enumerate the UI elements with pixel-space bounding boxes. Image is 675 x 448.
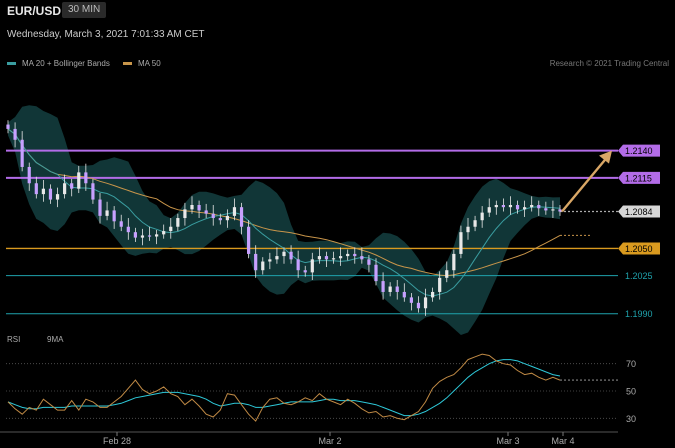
level-label-4: 1.2025: [625, 271, 653, 281]
candle: [70, 183, 74, 189]
candle: [551, 209, 555, 211]
candle: [416, 302, 421, 309]
rsi-tick-label-0: 30: [626, 414, 636, 424]
candle: [41, 188, 45, 195]
candle: [558, 209, 562, 212]
candle: [374, 264, 378, 282]
rsi-tick-label-2: 70: [626, 359, 636, 369]
rsi-ma-line: [7, 359, 561, 417]
candle: [84, 172, 88, 184]
candle: [459, 232, 463, 254]
candle: [466, 226, 470, 233]
candle: [55, 194, 60, 200]
candle: [34, 183, 38, 195]
candle: [183, 209, 187, 219]
candle: [27, 166, 31, 184]
x-tick-label-1: Mar 2: [318, 436, 341, 446]
candle: [480, 212, 484, 221]
price-chart[interactable]: 1.2140 1.2115 1.2084 1.2050 1.2025 1.1990 Feb …: [0, 0, 675, 448]
candle: [431, 291, 435, 298]
level-label-1: 1.2115: [625, 173, 652, 183]
candle: [423, 297, 428, 309]
candle: [381, 281, 385, 292]
candle: [353, 253, 357, 257]
candle: [282, 251, 286, 257]
candle: [218, 218, 222, 221]
candle: [530, 205, 534, 208]
level-label-0: 1.2140: [625, 146, 653, 156]
candle: [388, 286, 392, 292]
candle: [126, 226, 130, 233]
candle: [190, 205, 194, 210]
candle: [537, 205, 541, 209]
rsi-line: [7, 353, 561, 422]
candle: [544, 208, 548, 211]
candle: [296, 259, 300, 271]
candle: [317, 256, 321, 260]
level-label-5: 1.1990: [625, 309, 653, 319]
candle: [98, 199, 102, 216]
level-label-2: 1.2084: [625, 207, 653, 217]
candle: [211, 213, 215, 219]
candle: [162, 231, 166, 235]
candle: [119, 221, 123, 227]
x-tick-label-3: Mar 4: [551, 436, 574, 446]
candle: [225, 215, 229, 221]
candle: [91, 183, 95, 200]
candle: [147, 235, 152, 237]
projection-arrow-shaft: [561, 157, 607, 213]
candle: [6, 124, 10, 129]
candle: [77, 172, 81, 189]
candle: [13, 128, 17, 140]
candle: [133, 232, 137, 238]
candle: [523, 207, 527, 210]
candle: [20, 139, 24, 167]
candle: [339, 256, 343, 259]
candle: [452, 253, 456, 271]
candle: [438, 277, 442, 292]
candle: [239, 207, 244, 227]
candle: [197, 205, 201, 211]
candle: [105, 210, 109, 216]
candle: [261, 261, 265, 271]
candle: [508, 205, 513, 208]
candle: [367, 259, 371, 265]
candle: [303, 270, 307, 273]
candle: [169, 226, 173, 232]
candle: [501, 205, 505, 208]
candle: [254, 253, 258, 271]
projection-arrow-head: [599, 150, 612, 164]
candle: [204, 210, 208, 214]
candle: [445, 270, 449, 278]
candle: [473, 220, 477, 227]
candle: [48, 188, 53, 200]
candle: [487, 207, 491, 213]
candle: [140, 235, 145, 238]
candle: [331, 258, 336, 260]
candle: [310, 259, 314, 273]
candle: [63, 183, 67, 195]
candle: [176, 218, 180, 227]
candle: [515, 205, 520, 210]
candle: [494, 205, 498, 208]
candle: [232, 207, 237, 216]
candle: [275, 256, 279, 260]
rsi-tick-label-1: 50: [626, 387, 636, 397]
candle: [346, 253, 350, 257]
candle: [247, 226, 251, 254]
candle: [395, 286, 399, 292]
candle: [155, 234, 159, 237]
candle: [402, 291, 406, 298]
x-tick-label-0: Feb 28: [103, 436, 131, 446]
candle: [289, 251, 293, 260]
candle: [324, 256, 329, 260]
candle: [268, 259, 272, 262]
bollinger-band-area: [8, 105, 560, 335]
candle: [112, 210, 116, 222]
candle: [409, 297, 413, 303]
level-label-3: 1.2050: [625, 244, 653, 254]
x-tick-label-2: Mar 3: [496, 436, 519, 446]
candle: [360, 256, 364, 260]
